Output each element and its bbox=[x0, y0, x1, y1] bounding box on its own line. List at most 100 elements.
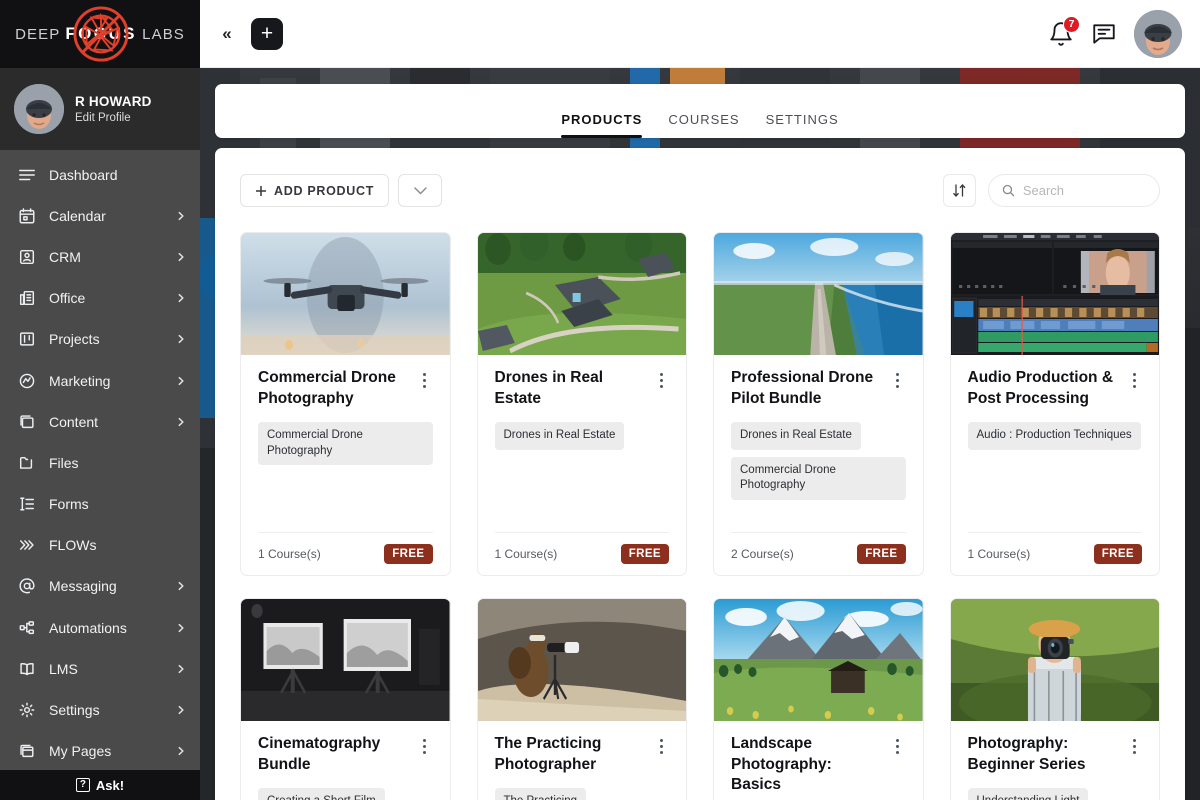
sidebar-item-flows[interactable]: FLOWs bbox=[0, 525, 200, 566]
course-tag[interactable]: Commercial Drone Photography bbox=[258, 422, 433, 465]
product-card[interactable]: Photography: Beginner Series Understandi… bbox=[950, 598, 1161, 800]
tab-products[interactable]: PRODUCTS bbox=[561, 112, 642, 138]
course-count-label: 1 Course(s) bbox=[968, 547, 1031, 561]
course-tag-list: Commercial Drone Photography bbox=[258, 422, 433, 465]
sidebar-item-projects[interactable]: Projects bbox=[0, 319, 200, 360]
chat-bubble-icon[interactable] bbox=[1091, 21, 1117, 47]
product-card[interactable]: Audio Production & Post Processing Audio… bbox=[950, 232, 1161, 576]
sidebar-item-label: LMS bbox=[49, 661, 163, 677]
product-card-body: Cinematography Bundle Creating a Short F… bbox=[241, 721, 450, 800]
open-book-icon bbox=[17, 659, 36, 678]
sidebar-item-messaging[interactable]: Messaging bbox=[0, 566, 200, 607]
kebab-menu-icon[interactable] bbox=[653, 737, 669, 755]
product-card[interactable]: Commercial Drone Photography Commercial … bbox=[240, 232, 451, 576]
product-title: Commercial Drone Photography bbox=[258, 368, 409, 409]
price-badge: FREE bbox=[1094, 544, 1142, 564]
product-card[interactable]: Landscape Photography: Basics Photograph… bbox=[713, 598, 924, 800]
bell-icon[interactable]: 7 bbox=[1048, 21, 1074, 47]
profile-name: R HOWARD bbox=[75, 94, 152, 109]
course-tag[interactable]: The Practicing bbox=[495, 788, 587, 800]
product-card-body: Audio Production & Post Processing Audio… bbox=[951, 355, 1160, 575]
course-tag-list: Audio : Production Techniques bbox=[968, 422, 1143, 450]
sidebar-item-settings[interactable]: Settings bbox=[0, 689, 200, 730]
product-thumbnail bbox=[714, 233, 923, 355]
course-tag[interactable]: Understanding Light bbox=[968, 788, 1089, 800]
sidebar-item-label: Dashboard bbox=[49, 167, 186, 183]
sidebar-item-crm[interactable]: CRM bbox=[0, 236, 200, 277]
sidebar-item-content[interactable]: Content bbox=[0, 401, 200, 442]
dashboard-lines-icon bbox=[17, 165, 36, 184]
chevron-right-icon bbox=[176, 623, 186, 633]
product-card[interactable]: Professional Drone Pilot Bundle Drones i… bbox=[713, 232, 924, 576]
kebab-menu-icon[interactable] bbox=[1126, 371, 1142, 389]
sort-button[interactable] bbox=[943, 174, 976, 207]
product-card-body: Professional Drone Pilot Bundle Drones i… bbox=[714, 355, 923, 575]
sidebar-item-marketing[interactable]: Marketing bbox=[0, 360, 200, 401]
product-card[interactable]: The Practicing Photographer The Practici… bbox=[477, 598, 688, 800]
plus-icon[interactable]: + bbox=[251, 18, 283, 50]
edit-profile-link[interactable]: Edit Profile bbox=[75, 112, 152, 124]
add-product-dropdown-button[interactable] bbox=[398, 174, 442, 207]
sidebar-item-files[interactable]: Files bbox=[0, 442, 200, 483]
product-card-header: Photography: Beginner Series bbox=[968, 734, 1143, 775]
kebab-menu-icon[interactable] bbox=[890, 737, 906, 755]
price-badge: FREE bbox=[621, 544, 669, 564]
product-title: Landscape Photography: Basics bbox=[731, 734, 882, 796]
double-chevron-left-icon[interactable]: « bbox=[212, 20, 240, 48]
sidebar-item-label: Files bbox=[49, 455, 186, 471]
sidebar-item-calendar[interactable]: Calendar bbox=[0, 195, 200, 236]
search-icon bbox=[1002, 183, 1015, 198]
search-input[interactable] bbox=[1023, 183, 1146, 198]
product-card[interactable]: Cinematography Bundle Creating a Short F… bbox=[240, 598, 451, 800]
course-tag[interactable]: Audio : Production Techniques bbox=[968, 422, 1141, 450]
course-tag[interactable]: Drones in Real Estate bbox=[495, 422, 625, 450]
course-count-label: 2 Course(s) bbox=[731, 547, 794, 561]
search-box[interactable] bbox=[988, 174, 1160, 207]
office-building-icon bbox=[17, 289, 36, 308]
ask-button[interactable]: ? Ask! bbox=[0, 770, 200, 800]
product-title: Drones in Real Estate bbox=[495, 368, 646, 409]
kebab-menu-icon[interactable] bbox=[417, 737, 433, 755]
sidebar-item-label: My Pages bbox=[49, 743, 163, 759]
kebab-menu-icon[interactable] bbox=[417, 371, 433, 389]
toolbar: ADD PRODUCT bbox=[240, 174, 1160, 207]
product-title: Cinematography Bundle bbox=[258, 734, 409, 775]
product-card[interactable]: Drones in Real Estate Drones in Real Est… bbox=[477, 232, 688, 576]
product-card-footer: 1 Course(s) FREE bbox=[258, 532, 433, 575]
tab-courses[interactable]: COURSES bbox=[668, 112, 739, 138]
add-product-button[interactable]: ADD PRODUCT bbox=[240, 174, 389, 207]
product-card-body: Commercial Drone Photography Commercial … bbox=[241, 355, 450, 575]
product-thumbnail bbox=[478, 599, 687, 721]
sidebar-nav: Dashboard CalendarCRMOfficeProjectsMarket… bbox=[0, 150, 200, 770]
price-badge: FREE bbox=[857, 544, 905, 564]
chevron-right-icon bbox=[176, 746, 186, 756]
course-tag[interactable]: Creating a Short Film bbox=[258, 788, 385, 800]
sidebar-item-automations[interactable]: Automations bbox=[0, 607, 200, 648]
chevron-right-icon bbox=[176, 252, 186, 262]
brand-logo[interactable]: DEEP FOCUS LABS bbox=[0, 0, 200, 68]
nodes-tree-icon bbox=[17, 618, 36, 637]
course-tag-list: Drones in Real Estate Commercial Drone Ph… bbox=[731, 422, 906, 500]
sidebar: DEEP FOCUS LABS bbox=[0, 0, 200, 800]
layers-window-icon bbox=[17, 412, 36, 431]
kebab-menu-icon[interactable] bbox=[653, 371, 669, 389]
chevron-right-icon bbox=[176, 705, 186, 715]
tab-settings[interactable]: SETTINGS bbox=[766, 112, 839, 138]
kebab-menu-icon[interactable] bbox=[890, 371, 906, 389]
course-tag[interactable]: Drones in Real Estate bbox=[731, 422, 861, 450]
sidebar-item-lms[interactable]: LMS bbox=[0, 648, 200, 689]
sidebar-profile[interactable]: R HOWARD Edit Profile bbox=[0, 68, 200, 150]
sidebar-item-my-pages[interactable]: My Pages bbox=[0, 731, 200, 770]
at-sign-icon bbox=[17, 577, 36, 596]
kebab-menu-icon[interactable] bbox=[1126, 737, 1142, 755]
sidebar-item-office[interactable]: Office bbox=[0, 278, 200, 319]
chevron-right-icon bbox=[176, 376, 186, 386]
avatar[interactable] bbox=[1134, 10, 1182, 58]
product-thumbnail bbox=[478, 233, 687, 355]
brand-logo-text: DEEP FOCUS LABS bbox=[15, 24, 185, 44]
tabs-card: PRODUCTS COURSES SETTINGS bbox=[215, 84, 1185, 138]
course-tag[interactable]: Commercial Drone Photography bbox=[731, 457, 906, 500]
sidebar-item-dashboard[interactable]: Dashboard bbox=[0, 154, 200, 195]
product-card-body: Drones in Real Estate Drones in Real Est… bbox=[478, 355, 687, 575]
sidebar-item-forms[interactable]: Forms bbox=[0, 484, 200, 525]
